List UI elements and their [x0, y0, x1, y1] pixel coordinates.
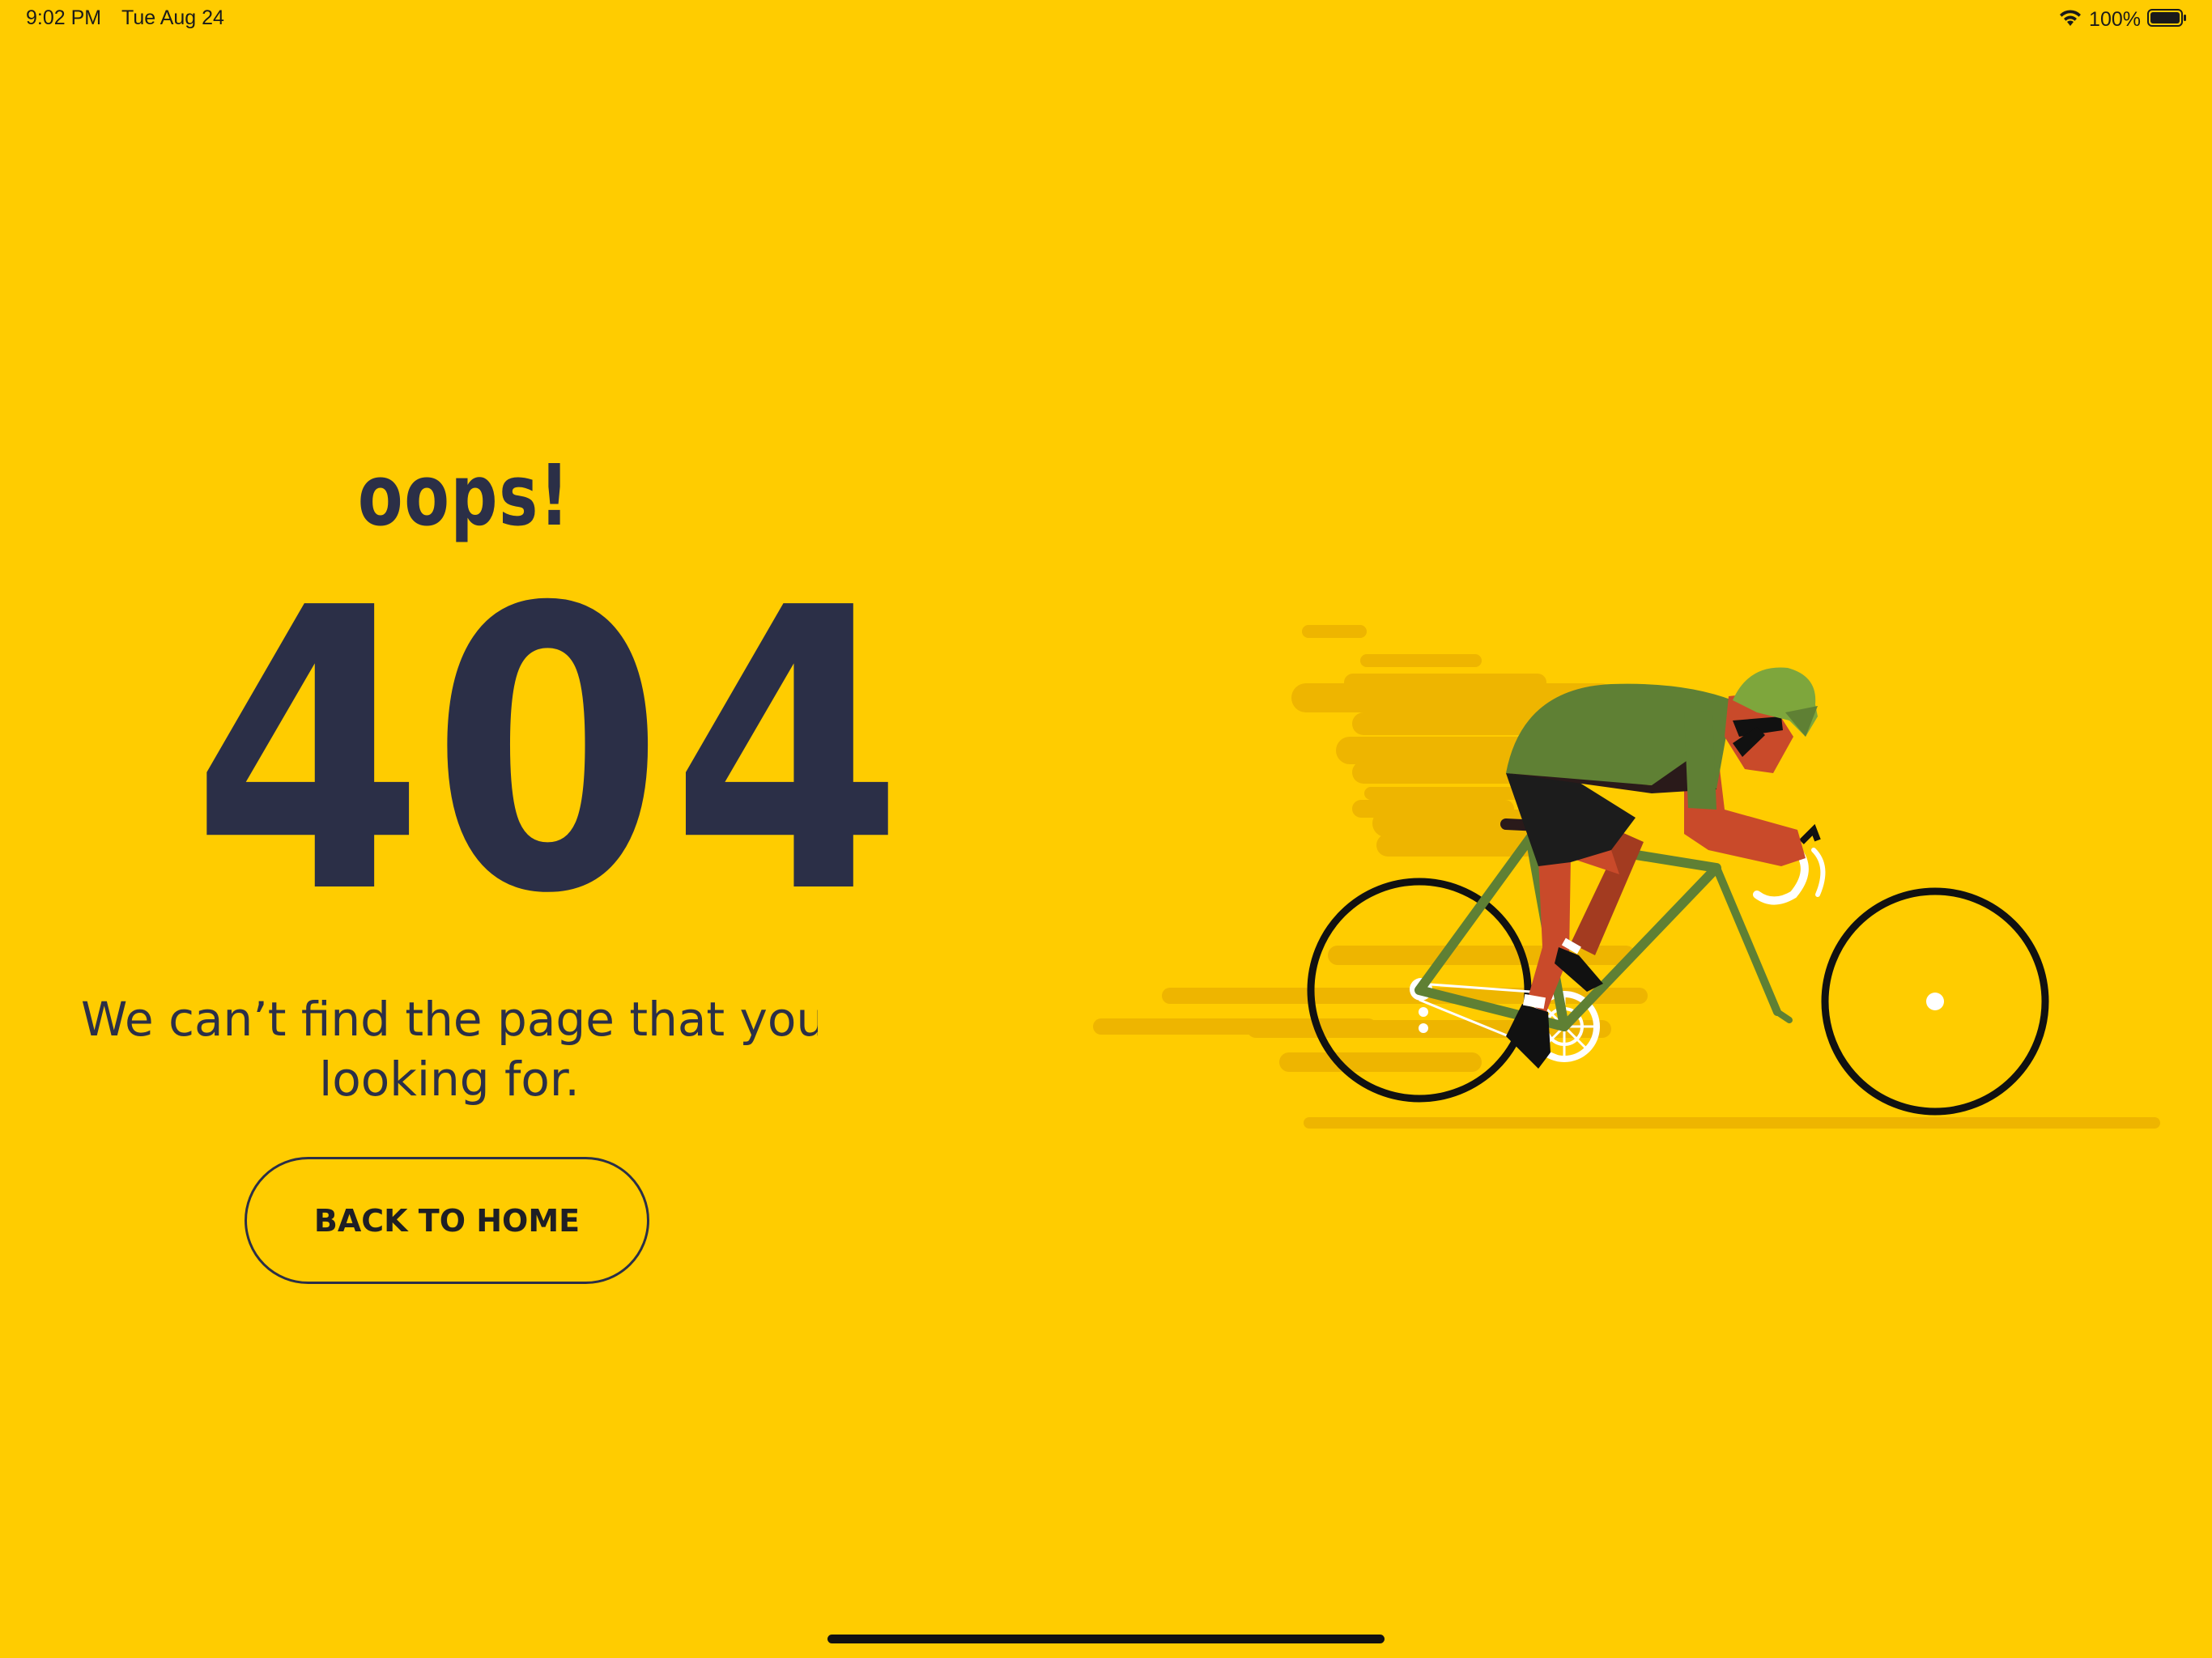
wifi-icon: [2058, 8, 2082, 32]
back-to-home-button[interactable]: BACK TO HOME: [245, 1157, 649, 1284]
status-date: Tue Aug 24: [121, 6, 224, 29]
status-time: 9:02 PM: [26, 6, 102, 29]
error-message: We can’t find the page that you’ looking…: [81, 989, 818, 1111]
cyclist-illustration: [1085, 615, 2170, 1133]
error-code: 404: [191, 526, 911, 979]
battery-icon: [2147, 8, 2188, 32]
error-page: 9:02 PM Tue Aug 24 100% oops! 404 We can…: [0, 0, 2212, 1658]
status-bar: 9:02 PM Tue Aug 24 100%: [0, 0, 2212, 39]
oops-heading: oops!: [357, 446, 571, 545]
status-indicators: 100%: [2058, 5, 2188, 34]
home-indicator[interactable]: [827, 1635, 1385, 1643]
error-message-line-2: looking for.: [319, 1052, 580, 1107]
error-message-line-1: We can’t find the page that you’: [81, 992, 818, 1047]
front-hub: [1926, 993, 1944, 1010]
battery-percentage: 100%: [2089, 7, 2141, 31]
